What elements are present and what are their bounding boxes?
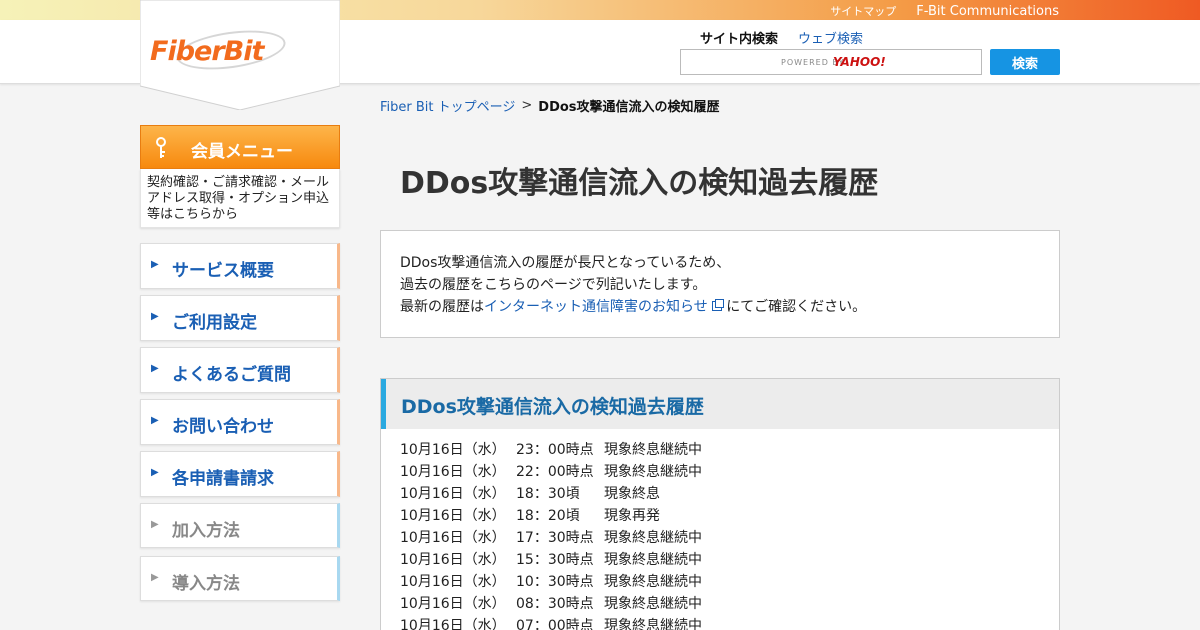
page-title: DDos攻撃通信流入の検知過去履歴 (400, 166, 879, 201)
breadcrumb-current: DDos攻撃通信流入の検知履歴 (538, 100, 720, 115)
history-status: 現象終息継続中 (604, 530, 702, 546)
history-date: 10月16日（水） (400, 486, 506, 502)
list-item: 10月16日（水） 07：00時点 現象終息継続中 (400, 615, 1040, 630)
list-item: 10月16日（水） 08：30時点 現象終息継続中 (400, 593, 1040, 615)
sidebar-item-join[interactable]: ▶ 加入方法 (140, 503, 340, 548)
arrow-right-icon: ▶ (151, 259, 159, 270)
history-time: 23：00時点 (516, 442, 594, 458)
history-header: DDos攻撃通信流入の検知過去履歴 (381, 379, 1059, 429)
history-status: 現象終息継続中 (604, 618, 702, 630)
top-links: サイトマップ F-Bit Communications (830, 3, 1059, 19)
notice-text: にてご確認ください。 (726, 299, 867, 315)
sidebar-item-label: 導入方法 (172, 574, 240, 594)
arrow-right-icon: ▶ (151, 363, 159, 374)
history-status: 現象終息継続中 (604, 574, 702, 590)
history-time: 17：30時点 (516, 530, 594, 546)
sidebar-item-label: ご利用設定 (172, 313, 257, 333)
list-item: 10月16日（水） 10：30時点 現象終息継続中 (400, 571, 1040, 593)
sidebar-item-faq[interactable]: ▶ よくあるご質問 (140, 347, 340, 393)
sidebar-item-contact[interactable]: ▶ お問い合わせ (140, 399, 340, 445)
sitemap-link[interactable]: サイトマップ (830, 3, 896, 19)
history-date: 10月16日（水） (400, 618, 506, 630)
tab-site-search[interactable]: サイト内検索 (700, 28, 778, 48)
arrow-right-icon: ▶ (151, 519, 159, 530)
history-section: DDos攻撃通信流入の検知過去履歴 10月16日（水） 23：00時点 現象終息… (380, 378, 1060, 630)
arrow-right-icon: ▶ (151, 572, 159, 583)
notice-box: DDos攻撃通信流入の履歴が長尺となっているため、 過去の履歴をこちらのページで… (380, 230, 1060, 338)
notice-line: 過去の履歴をこちらのページで列記いたします。 (400, 277, 707, 293)
member-menu: 会員メニュー 契約確認・ご請求確認・メールアドレス取得・オプション申込等はこちら… (140, 125, 340, 228)
history-time: 18：30頃 (516, 486, 580, 502)
sidebar-item-label: 加入方法 (172, 521, 240, 541)
sidebar-item-label: よくあるご質問 (172, 365, 291, 385)
history-time: 22：00時点 (516, 464, 594, 480)
search-tabs: サイト内検索 ウェブ検索 (680, 28, 1060, 48)
history-status: 現象再発 (604, 508, 660, 524)
outage-notice-link[interactable]: インターネット通信障害のお知らせ (484, 299, 708, 315)
history-date: 10月16日（水） (400, 552, 506, 568)
list-item: 10月16日（水） 22：00時点 現象終息継続中 (400, 461, 1040, 483)
notice-line: DDos攻撃通信流入の履歴が長尺となっているため、 (400, 255, 731, 271)
list-item: 10月16日（水） 18：20頃 現象再発 (400, 505, 1040, 527)
arrow-right-icon: ▶ (151, 415, 159, 426)
list-item: 10月16日（水） 15：30時点 現象終息継続中 (400, 549, 1040, 571)
history-list: 10月16日（水） 23：00時点 現象終息継続中 10月16日（水） 22：0… (381, 429, 1059, 630)
sidebar-item-usage-settings[interactable]: ▶ ご利用設定 (140, 295, 340, 341)
history-status: 現象終息継続中 (604, 464, 702, 480)
history-date: 10月16日（水） (400, 464, 506, 480)
key-icon (156, 137, 166, 158)
company-link[interactable]: F-Bit Communications (916, 4, 1059, 19)
sidebar-item-service-overview[interactable]: ▶ サービス概要 (140, 243, 340, 289)
history-status: 現象終息継続中 (604, 552, 702, 568)
history-status: 現象終息 (604, 486, 660, 502)
history-date: 10月16日（水） (400, 574, 506, 590)
search-row: POWERED BY YAHOO! 検索 (680, 49, 1060, 75)
yahoo-logo: YAHOO! (833, 55, 886, 69)
notice-text: 最新の履歴は (400, 299, 484, 315)
list-item: 10月16日（水） 17：30時点 現象終息継続中 (400, 527, 1040, 549)
list-item: 10月16日（水） 23：00時点 現象終息継続中 (400, 439, 1040, 461)
arrow-right-icon: ▶ (151, 467, 159, 478)
history-time: 15：30時点 (516, 552, 594, 568)
arrow-right-icon: ▶ (151, 311, 159, 322)
sidebar-item-install[interactable]: ▶ 導入方法 (140, 556, 340, 601)
tab-web-search[interactable]: ウェブ検索 (798, 28, 863, 48)
history-date: 10月16日（水） (400, 442, 506, 458)
external-link-icon (711, 299, 724, 311)
logo[interactable]: FiberBit (140, 0, 340, 110)
history-date: 10月16日（水） (400, 508, 506, 524)
search-input[interactable]: POWERED BY YAHOO! (680, 49, 982, 75)
breadcrumb-home-link[interactable]: Fiber Bit トップページ (380, 96, 515, 115)
search-button[interactable]: 検索 (990, 49, 1060, 75)
search-area: サイト内検索 ウェブ検索 POWERED BY YAHOO! 検索 (680, 28, 1060, 75)
logo-text: FiberBit (150, 36, 264, 67)
history-title: DDos攻撃通信流入の検知過去履歴 (401, 396, 704, 418)
member-menu-button[interactable]: 会員メニュー (140, 125, 340, 169)
history-time: 18：20頃 (516, 508, 580, 524)
breadcrumb: Fiber Bit トップページ > DDos攻撃通信流入の検知履歴 (380, 96, 720, 115)
notice-line: 最新の履歴はインターネット通信障害のお知らせ にてご確認ください。 (400, 296, 1040, 318)
history-date: 10月16日（水） (400, 596, 506, 612)
history-time: 08：30時点 (516, 596, 594, 612)
sidebar-item-application-forms[interactable]: ▶ 各申請書請求 (140, 451, 340, 497)
list-item: 10月16日（水） 18：30頃 現象終息 (400, 483, 1040, 505)
history-date: 10月16日（水） (400, 530, 506, 546)
sidebar-item-label: 各申請書請求 (172, 469, 274, 489)
sidebar-item-label: サービス概要 (172, 261, 274, 281)
member-menu-title: 会員メニュー (191, 142, 293, 162)
sidebar-item-label: お問い合わせ (172, 417, 274, 437)
history-time: 07：00時点 (516, 618, 594, 630)
history-status: 現象終息継続中 (604, 596, 702, 612)
breadcrumb-separator: > (521, 98, 533, 113)
history-status: 現象終息継続中 (604, 442, 702, 458)
member-menu-description: 契約確認・ご請求確認・メールアドレス取得・オプション申込等はこちらから (140, 169, 340, 228)
history-time: 10：30時点 (516, 574, 594, 590)
